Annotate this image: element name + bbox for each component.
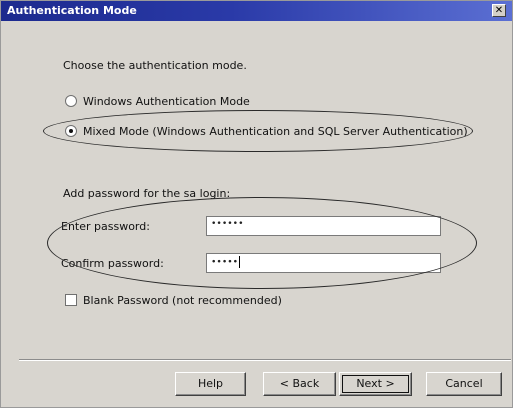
windows-auth-label[interactable]: Windows Authentication Mode — [83, 95, 250, 108]
enter-password-label: Enter password: — [61, 220, 150, 233]
back-button[interactable]: < Back — [263, 372, 336, 396]
radio-selected-dot — [69, 129, 73, 133]
blank-password-checkbox[interactable] — [65, 294, 77, 306]
enter-password-value: •••••• — [211, 219, 244, 229]
annotation-ellipse-password — [47, 197, 477, 289]
confirm-password-value: ••••• — [211, 257, 239, 268]
confirm-password-label: Confirm password: — [61, 257, 164, 270]
mixed-mode-label[interactable]: Mixed Mode (Windows Authentication and S… — [83, 125, 468, 138]
authentication-mode-dialog: Authentication Mode ✕ Choose the authent… — [0, 0, 513, 408]
windows-auth-radio[interactable] — [65, 95, 77, 107]
mixed-mode-radio[interactable] — [65, 125, 77, 137]
confirm-password-field[interactable]: ••••• — [206, 253, 441, 273]
password-section-label: Add password for the sa login: — [63, 187, 231, 200]
dialog-title: Authentication Mode — [7, 4, 137, 17]
help-button[interactable]: Help — [175, 372, 246, 396]
next-button[interactable]: Next > — [339, 372, 412, 396]
auth-mode-prompt: Choose the authentication mode. — [63, 59, 247, 72]
enter-password-field[interactable]: •••••• — [206, 216, 441, 236]
blank-password-label[interactable]: Blank Password (not recommended) — [83, 294, 282, 307]
footer-separator — [19, 359, 511, 361]
text-cursor — [239, 256, 241, 268]
cancel-button[interactable]: Cancel — [426, 372, 502, 396]
close-icon[interactable]: ✕ — [492, 4, 506, 17]
title-bar: Authentication Mode ✕ — [1, 1, 512, 21]
